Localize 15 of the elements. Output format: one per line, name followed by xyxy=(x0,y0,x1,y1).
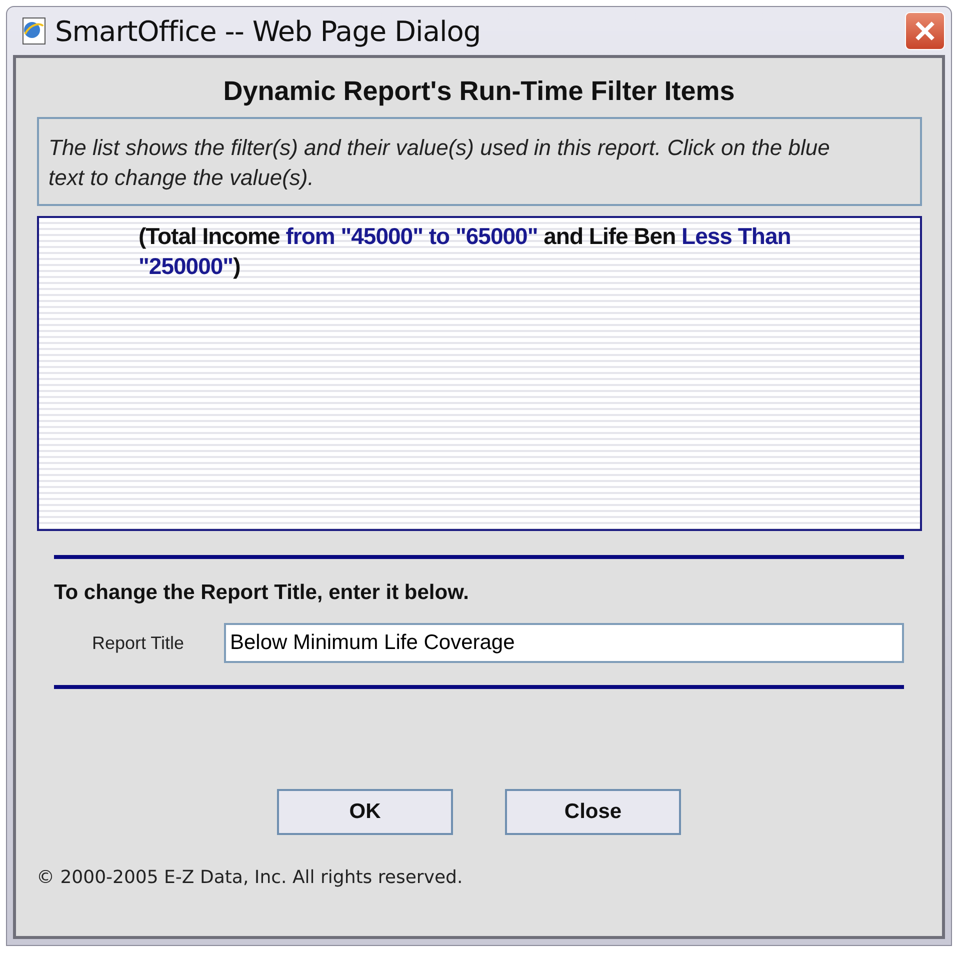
browser-icon xyxy=(21,17,47,45)
filter-value-link[interactable]: from "45000" to "65000" xyxy=(286,223,538,250)
filter-value-link[interactable]: "250000" xyxy=(138,253,234,280)
field-label: Report Title xyxy=(90,632,185,654)
filter-expression: (Total Income from "45000" to "65000" and Life Ben Less Than "250000") xyxy=(138,222,792,282)
window-title: SmartOffice -- Web Page Dialog xyxy=(55,14,482,48)
title-prompt: To change the Report Title, enter it below. xyxy=(54,581,470,606)
dialog-heading: Dynamic Report's Run-Time Filter Items xyxy=(223,76,735,107)
close-icon[interactable] xyxy=(905,12,945,50)
copyright-text: © 2000-2005 E-Z Data, Inc. All rights reserved. xyxy=(36,867,464,888)
dialog-button[interactable]: OK xyxy=(277,789,453,836)
report-title-field[interactable]: Below Minimum Life Coverage xyxy=(224,623,904,664)
dialog-button[interactable]: Close xyxy=(505,789,681,836)
filter-value-link[interactable]: Less Than xyxy=(682,223,791,250)
instructions-text: The list shows the filter(s) and their value(s) used in this report. Click on the blue text to change the value(s). xyxy=(36,117,922,206)
